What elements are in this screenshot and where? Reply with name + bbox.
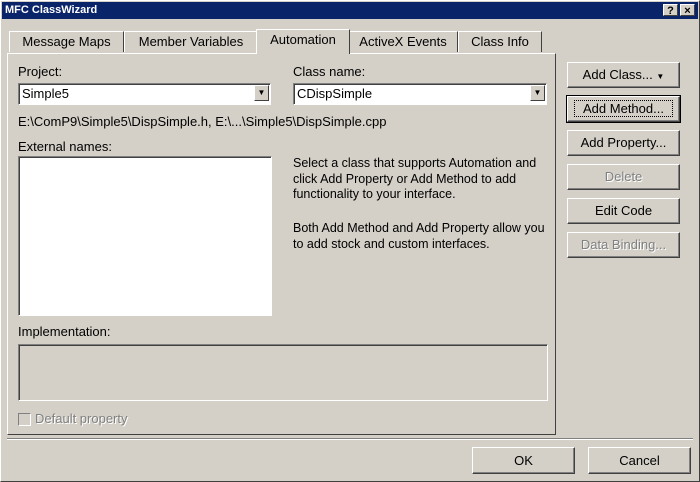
add-property-button[interactable]: Add Property... bbox=[567, 130, 680, 156]
project-label: Project: bbox=[18, 64, 63, 79]
external-names-label: External names: bbox=[18, 139, 112, 154]
delete-button[interactable]: Delete bbox=[567, 164, 680, 190]
default-property-checkbox[interactable] bbox=[18, 413, 31, 426]
class-name-combobox[interactable]: CDispSimple ▼ bbox=[293, 83, 547, 105]
class-name-label: Class name: bbox=[293, 64, 366, 79]
ok-button[interactable]: OK bbox=[472, 447, 575, 474]
file-path-text: E:\ComP9\Simple5\DispSimple.h, E:\...\Si… bbox=[18, 114, 387, 129]
add-method-button[interactable]: Add Method... bbox=[566, 95, 681, 123]
implementation-box bbox=[18, 344, 548, 401]
separator bbox=[7, 438, 693, 440]
default-property-label: Default property bbox=[35, 411, 128, 426]
chevron-down-icon[interactable]: ▼ bbox=[254, 85, 269, 101]
tab-automation[interactable]: Automation bbox=[256, 29, 350, 54]
description-text-2: Both Add Method and Add Property allow y… bbox=[293, 221, 545, 251]
add-class-button[interactable]: Add Class... ▼ bbox=[567, 62, 680, 88]
implementation-label: Implementation: bbox=[18, 324, 111, 339]
add-method-label: Add Method... bbox=[574, 100, 673, 117]
window-title: MFC ClassWizard bbox=[5, 4, 98, 16]
tab-member-variables[interactable]: Member Variables bbox=[124, 31, 258, 52]
project-combobox[interactable]: Simple5 ▼ bbox=[18, 83, 271, 105]
description-text-1: Select a class that supports Automation … bbox=[293, 156, 537, 201]
title-bar[interactable]: MFC ClassWizard ? × bbox=[2, 2, 698, 19]
edit-code-button[interactable]: Edit Code bbox=[567, 198, 680, 224]
close-button[interactable]: × bbox=[680, 4, 695, 17]
data-binding-button[interactable]: Data Binding... bbox=[567, 232, 680, 258]
classwizard-window: MFC ClassWizard ? × Message Maps Member … bbox=[0, 0, 700, 482]
tab-message-maps[interactable]: Message Maps bbox=[9, 31, 124, 52]
chevron-down-icon[interactable]: ▼ bbox=[530, 85, 545, 101]
class-name-value: CDispSimple bbox=[297, 86, 373, 101]
tab-class-info[interactable]: Class Info bbox=[458, 31, 542, 52]
triangle-down-icon: ▼ bbox=[656, 72, 665, 81]
cancel-button[interactable]: Cancel bbox=[588, 447, 691, 474]
add-class-label: Add Class... bbox=[582, 67, 653, 82]
tab-activex-events[interactable]: ActiveX Events bbox=[348, 31, 458, 52]
project-value: Simple5 bbox=[22, 86, 69, 101]
help-button[interactable]: ? bbox=[663, 4, 678, 17]
external-names-listbox[interactable] bbox=[18, 156, 272, 316]
